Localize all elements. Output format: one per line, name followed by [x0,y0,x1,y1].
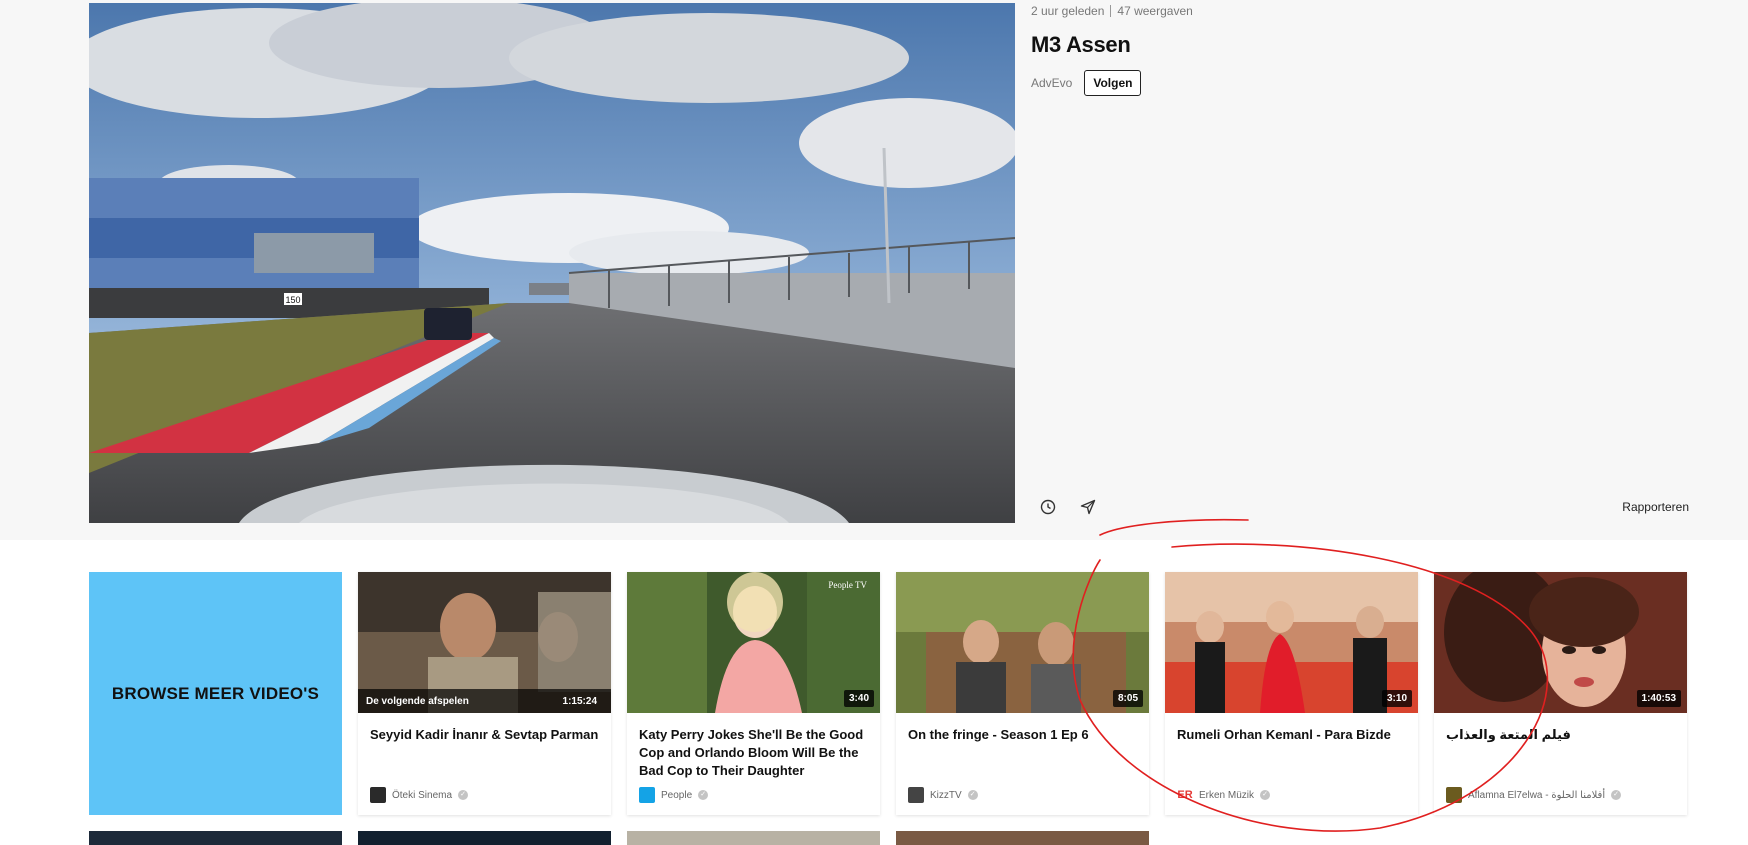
channel-name: Öteki Sinema [392,789,453,801]
channel-name: People [661,789,693,801]
video-card[interactable]: 8:05 On the fringe - Season 1 Ep 6 KizzT… [896,572,1149,815]
video-player[interactable]: 150 [89,3,1015,523]
next-row-card[interactable] [896,831,1149,845]
card-title[interactable]: Seyyid Kadir İnanır & Sevtap Parman [370,726,602,744]
verified-icon: ✓ [458,790,469,800]
follow-button[interactable]: Volgen [1084,70,1142,96]
distance-sign-number: 150 [285,295,300,305]
video-card[interactable]: 3:10 Rumeli Orhan Kemanl - Para Bizde ER… [1165,572,1418,815]
duration-badge: 1:40:53 [1636,690,1681,707]
verified-icon: ✓ [967,790,978,800]
channel-logo [370,787,386,803]
erken-muzik-logo-icon: ER [1177,787,1193,803]
card-title[interactable]: Katy Perry Jokes She'll Be the Good Cop … [639,726,871,780]
video-title: M3 Assen [1031,32,1131,57]
share-icon[interactable] [1078,497,1098,517]
channel-name: Aflamna El7elwa - أفلامنا الحلوة [1468,789,1606,801]
next-row-card[interactable] [358,831,611,845]
channel-row: AdvEvo Volgen [1031,70,1142,96]
duration-badge: 1:15:24 [562,696,597,707]
card-channel[interactable]: Aflamna El7elwa - أفلامنا الحلوة ✓ [1446,787,1622,803]
card-title[interactable]: فيلم المتعة والعذاب [1446,726,1571,744]
video-frame: 150 [89,3,1015,523]
upload-time: 2 uur geleden [1031,4,1105,18]
channel-name[interactable]: AdvEvo [1031,76,1072,90]
next-row-card[interactable] [89,831,342,845]
view-count: 47 weergaven [1117,4,1193,18]
report-link[interactable]: Rapporteren [1622,500,1689,514]
video-thumbnail[interactable]: 8:05 [896,572,1149,713]
clock-icon[interactable] [1038,497,1058,517]
browse-more-tile[interactable]: BROWSE MEER VIDEO'S [89,572,342,815]
card-channel[interactable]: ER Erken Müzik ✓ [1177,787,1271,803]
video-thumbnail[interactable]: 3:10 [1165,572,1418,713]
duration-badge: 8:05 [1112,690,1143,707]
card-channel[interactable]: Öteki Sinema ✓ [370,787,469,803]
video-thumbnail[interactable]: De volgende afspelen 1:15:24 [358,572,611,713]
up-next-label: De volgende afspelen [366,696,469,707]
verified-icon: ✓ [1611,790,1622,800]
card-title[interactable]: On the fringe - Season 1 Ep 6 [908,726,1140,744]
video-card[interactable]: People TV 3:40 Katy Perry Jokes She'll B… [627,572,880,815]
meta-divider [1110,5,1112,17]
video-thumbnail[interactable]: 1:40:53 [1434,572,1687,713]
next-row-card[interactable] [627,831,880,845]
channel-name: Erken Müzik [1199,789,1255,801]
card-title[interactable]: Rumeli Orhan Kemanl - Para Bizde [1177,726,1409,744]
people-logo-icon [639,787,655,803]
card-channel[interactable]: People ✓ [639,787,709,803]
people-tv-watermark: People TV [828,580,867,590]
channel-name: KizzTV [930,789,962,801]
channel-logo [908,787,924,803]
video-actions [1038,497,1098,517]
verified-icon: ✓ [1260,790,1271,800]
duration-badge: 3:40 [843,690,874,707]
duration-badge: 3:10 [1381,690,1412,707]
video-meta: 2 uur geleden 47 weergaven [1031,4,1193,18]
video-card[interactable]: De volgende afspelen 1:15:24 Seyyid Kadi… [358,572,611,815]
card-channel[interactable]: KizzTV ✓ [908,787,978,803]
channel-logo [1446,787,1462,803]
browse-more-label: BROWSE MEER VIDEO'S [111,683,320,703]
video-thumbnail[interactable]: People TV 3:40 [627,572,880,713]
verified-icon: ✓ [698,790,709,800]
up-next-bar: De volgende afspelen 1:15:24 [358,689,611,713]
video-card[interactable]: 1:40:53 فيلم المتعة والعذاب Aflamna El7e… [1434,572,1687,815]
